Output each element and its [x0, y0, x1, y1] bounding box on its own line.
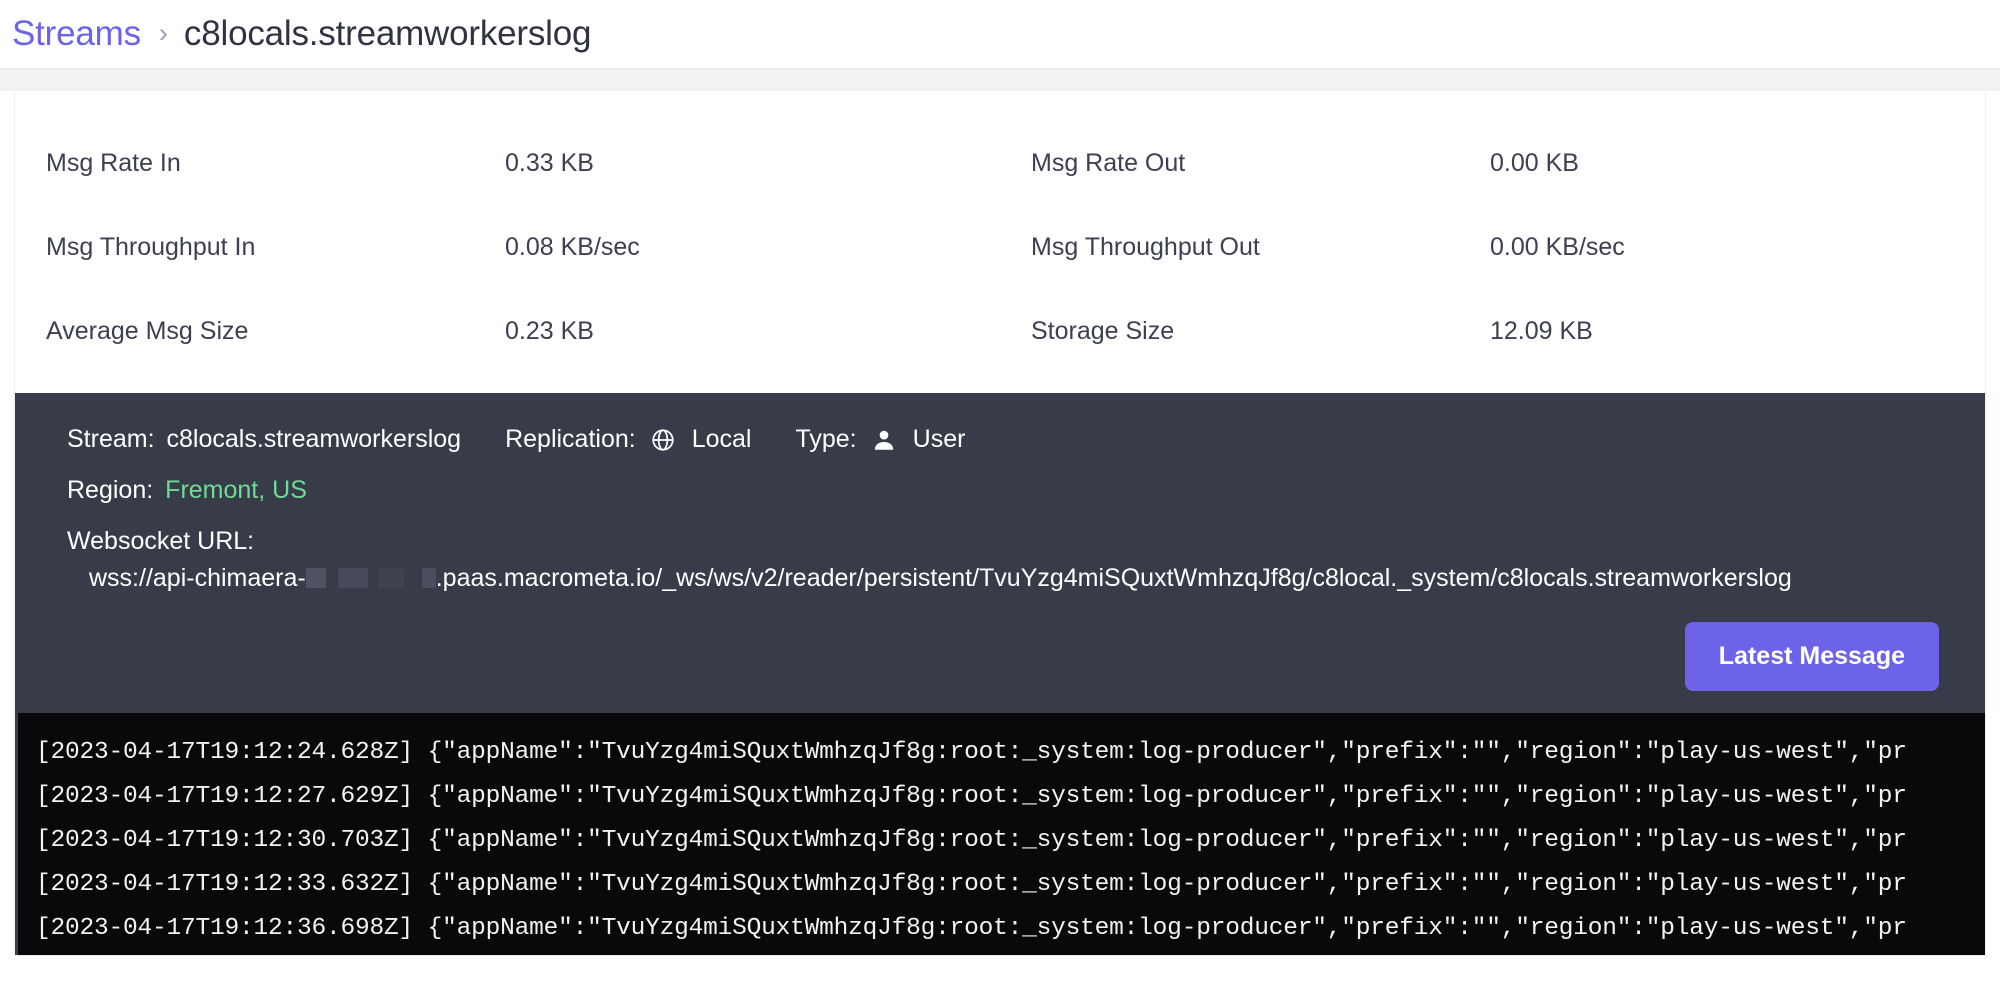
metric-label: Storage Size — [1000, 317, 1490, 346]
metric-row: Msg Throughput In 0.08 KB/sec Msg Throug… — [15, 205, 1985, 289]
metric-msg-throughput-in: Msg Throughput In 0.08 KB/sec — [15, 233, 1000, 262]
log-line: [2023-04-17T19:12:27.629Z] {"appName":"T… — [18, 775, 1985, 819]
redaction-block — [422, 568, 436, 588]
metric-value: 0.08 KB/sec — [505, 233, 640, 262]
redaction-block — [306, 568, 326, 588]
stream-info-summary-row: Stream: c8locals.streamworkerslog Replic… — [15, 425, 1985, 454]
metric-label: Average Msg Size — [15, 317, 505, 346]
stream-detail-page: Streams › c8locals.streamworkerslog Msg … — [0, 0, 2000, 1002]
metric-label: Msg Throughput Out — [1000, 233, 1490, 262]
stream-info-panel: Stream: c8locals.streamworkerslog Replic… — [15, 393, 1985, 713]
panel-actions: Latest Message — [15, 622, 1985, 691]
log-line: [2023-04-17T19:12:24.628Z] {"appName":"T… — [18, 731, 1985, 775]
websocket-url-prefix: wss://api-chimaera- — [89, 564, 306, 592]
websocket-url-label: Websocket URL: — [67, 527, 1955, 556]
replication-value: Local — [692, 425, 752, 454]
breadcrumb: Streams › c8locals.streamworkerslog — [0, 0, 2000, 68]
page-title: c8locals.streamworkerslog — [184, 14, 591, 54]
metric-storage-size: Storage Size 12.09 KB — [1000, 317, 1985, 346]
type-label: Type: — [795, 425, 856, 454]
metric-value: 0.23 KB — [505, 317, 594, 346]
latest-message-button[interactable]: Latest Message — [1685, 622, 1939, 691]
stream-value: c8locals.streamworkerslog — [167, 425, 462, 454]
log-line: [2023-04-17T19:12:33.632Z] {"appName":"T… — [18, 863, 1985, 907]
metric-msg-throughput-out: Msg Throughput Out 0.00 KB/sec — [1000, 233, 1985, 262]
metrics-grid: Msg Rate In 0.33 KB Msg Rate Out 0.00 KB… — [15, 91, 1985, 393]
metric-value: 0.00 KB/sec — [1490, 233, 1625, 262]
header-divider — [0, 68, 2000, 91]
breadcrumb-separator-icon: › — [159, 18, 168, 49]
metric-value: 0.00 KB — [1490, 149, 1579, 178]
websocket-url-suffix: .paas.macrometa.io/_ws/ws/v2/reader/pers… — [436, 564, 1792, 592]
metric-row: Msg Rate In 0.33 KB Msg Rate Out 0.00 KB — [15, 121, 1985, 205]
stream-detail-card: Msg Rate In 0.33 KB Msg Rate Out 0.00 KB… — [14, 91, 1986, 956]
redaction-block — [338, 568, 368, 588]
region-value: Fremont, US — [165, 476, 307, 505]
globe-icon — [650, 427, 676, 453]
metric-label: Msg Rate Out — [1000, 149, 1490, 178]
message-log-terminal[interactable]: [2023-04-17T19:12:24.628Z] {"appName":"T… — [15, 713, 1985, 955]
stream-label: Stream: — [67, 425, 155, 454]
metric-label: Msg Rate In — [15, 149, 505, 178]
websocket-url-block: Websocket URL: wss://api-chimaera- .paas.… — [15, 527, 1985, 594]
metric-msg-rate-in: Msg Rate In 0.33 KB — [15, 149, 1000, 178]
log-line: [2023-04-17T19:12:30.703Z] {"appName":"T… — [18, 819, 1985, 863]
redaction-block — [378, 568, 404, 588]
log-line: [2023-04-17T19:12:36.698Z] {"appName":"T… — [18, 907, 1985, 951]
replication-label: Replication: — [505, 425, 636, 454]
websocket-url-value[interactable]: wss://api-chimaera- .paas.macrometa.io/_w… — [67, 562, 1807, 594]
metric-row: Average Msg Size 0.23 KB Storage Size 12… — [15, 289, 1985, 373]
metric-average-msg-size: Average Msg Size 0.23 KB — [15, 317, 1000, 346]
region-label: Region: — [67, 476, 153, 505]
metric-value: 0.33 KB — [505, 149, 594, 178]
log-line: [2023-04-17T19:12:39.626Z] {"appName":"T… — [18, 951, 1985, 955]
metric-label: Msg Throughput In — [15, 233, 505, 262]
breadcrumb-link-streams[interactable]: Streams — [12, 14, 141, 54]
user-icon — [871, 427, 897, 453]
type-value: User — [913, 425, 966, 454]
metric-value: 12.09 KB — [1490, 317, 1593, 346]
region-row: Region: Fremont, US — [15, 476, 1985, 505]
metric-msg-rate-out: Msg Rate Out 0.00 KB — [1000, 149, 1985, 178]
